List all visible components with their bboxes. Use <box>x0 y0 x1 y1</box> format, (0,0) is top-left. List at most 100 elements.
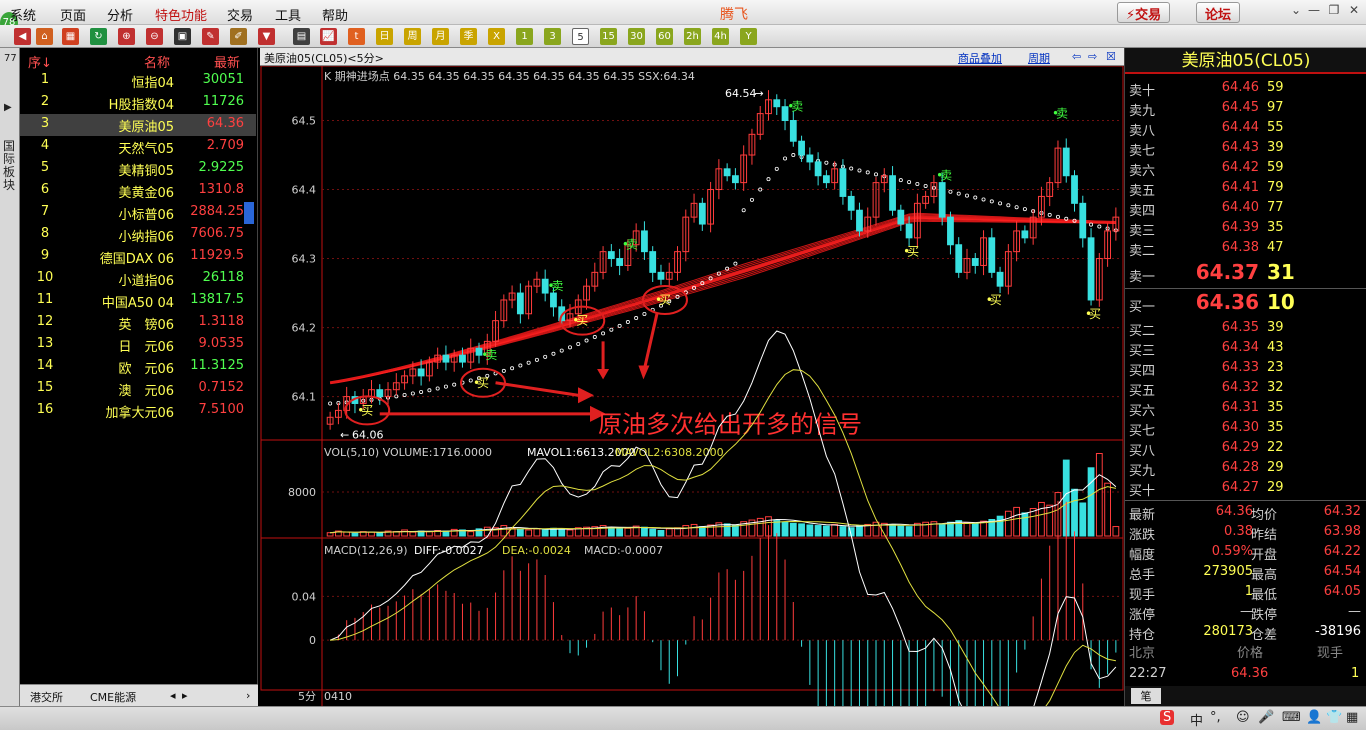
period-x[interactable]: X <box>488 28 505 45</box>
tab-trades[interactable]: 笔 <box>1131 688 1161 704</box>
list-item[interactable]: 3 美原油05 64.36 <box>20 114 256 136</box>
home-icon[interactable]: ⌂ <box>36 28 53 45</box>
zoom-out-icon[interactable]: ⊖ <box>146 28 163 45</box>
period-30m[interactable]: 30 <box>628 28 645 45</box>
ime-mic-icon[interactable]: 🎤 <box>1258 710 1274 725</box>
period-month[interactable]: 月 <box>432 28 449 45</box>
ime-punct-icon[interactable]: °, <box>1210 710 1221 725</box>
bid-level[interactable]: 买七 64.30 35 <box>1125 418 1366 439</box>
list-item[interactable]: 16 加拿大元06 7.5100 <box>20 400 256 422</box>
expand-arrow-icon[interactable]: ▶ <box>4 102 12 113</box>
bid-level-1[interactable]: 买一 64.36 10 <box>1125 288 1366 318</box>
forum-button[interactable]: 论坛 <box>1196 2 1241 23</box>
bid-level[interactable]: 买四 64.33 23 <box>1125 358 1366 379</box>
bid-level[interactable]: 买九 64.28 29 <box>1125 458 1366 479</box>
period-year[interactable]: Y <box>740 28 757 45</box>
chart-close-icon[interactable]: ☒ <box>1106 50 1116 63</box>
bid-level[interactable]: 买三 64.34 43 <box>1125 338 1366 359</box>
ask-level[interactable]: 卖二 64.38 47 <box>1125 238 1366 259</box>
period-season[interactable]: 季 <box>460 28 477 45</box>
ask-level[interactable]: 卖六 64.42 59 <box>1125 158 1366 179</box>
col-index-header[interactable]: 序↓ <box>28 52 52 71</box>
tab-hkex[interactable]: 港交所 <box>30 689 63 705</box>
ime-emoji-icon[interactable]: ☺ <box>1236 710 1250 725</box>
tab-cme-energy[interactable]: CME能源 <box>90 689 136 705</box>
period-week[interactable]: 周 <box>404 28 421 45</box>
menu-special[interactable]: 特色功能 <box>155 5 207 24</box>
candlestick-chart[interactable]: 64.5 64.4 64.3 64.2 64.1 K 期神进场点 64.35 64.35 … <box>260 66 1124 706</box>
list-item[interactable]: 10 小道指06 26118 <box>20 268 256 290</box>
period-5m[interactable]: 5 <box>572 28 589 45</box>
ime-grid-icon[interactable]: ▦ <box>1346 710 1358 725</box>
ask-level[interactable]: 卖三 64.39 35 <box>1125 218 1366 239</box>
ask-level[interactable]: 卖八 64.44 55 <box>1125 118 1366 139</box>
menu-help[interactable]: 帮助 <box>322 5 348 24</box>
list-item[interactable]: 11 中国A50 04 13817.5 <box>20 290 256 312</box>
scroll-right-icon[interactable]: › <box>246 689 250 702</box>
list-item[interactable]: 8 小纳指06 7606.75 <box>20 224 256 246</box>
ask-level[interactable]: 卖五 64.41 79 <box>1125 178 1366 199</box>
restore-icon[interactable]: ❐ <box>1326 3 1342 20</box>
tick-icon[interactable]: t <box>348 28 365 45</box>
list-item[interactable]: 9 德国DAX 06 11929.5 <box>20 246 256 268</box>
ask-level[interactable]: 卖十 64.46 59 <box>1125 78 1366 99</box>
list-item[interactable]: 4 天然气05 2.709 <box>20 136 256 158</box>
overlay-link[interactable]: 商品叠加 <box>958 50 1002 66</box>
menu-tools[interactable]: 工具 <box>275 5 301 24</box>
close-icon[interactable]: ✕ <box>1346 3 1362 20</box>
menu-analysis[interactable]: 分析 <box>107 5 133 24</box>
bid-level[interactable]: 买二 64.35 39 <box>1125 318 1366 339</box>
grid-icon[interactable]: ▤ <box>293 28 310 45</box>
menu-trade[interactable]: 交易 <box>227 5 253 24</box>
ask-level[interactable]: 卖七 64.43 39 <box>1125 138 1366 159</box>
list-item[interactable]: 7 小标普06 2884.25 <box>20 202 256 224</box>
list-item[interactable]: 2 H股指数04 11726 <box>20 92 256 114</box>
menu-page[interactable]: 页面 <box>60 5 86 24</box>
ask-level-1[interactable]: 卖一 64.37 31 <box>1125 258 1366 288</box>
bid-level[interactable]: 买六 64.31 35 <box>1125 398 1366 419</box>
ask-level[interactable]: 卖九 64.45 97 <box>1125 98 1366 119</box>
tab-scroll-left-icon[interactable]: ◂ <box>170 689 176 702</box>
nav-right-icon[interactable]: ⇨ <box>1088 50 1097 63</box>
calendar-icon[interactable]: ▦ <box>62 28 79 45</box>
tab-international[interactable]: 国际板块 <box>3 140 17 192</box>
chart-icon[interactable]: 📈 <box>320 28 337 45</box>
period-4h[interactable]: 4h <box>712 28 729 45</box>
ime-keyboard-icon[interactable]: ⌨ <box>1282 710 1301 725</box>
nav-left-icon[interactable]: ⇦ <box>1072 50 1081 63</box>
period-60m[interactable]: 60 <box>656 28 673 45</box>
sogou-icon[interactable]: S <box>1160 710 1175 725</box>
list-item[interactable]: 13 日 元06 9.0535 <box>20 334 256 356</box>
ime-lang-icon[interactable]: 中 <box>1190 710 1203 729</box>
period-1m[interactable]: 1 <box>516 28 533 45</box>
zoom-in-icon[interactable]: ⊕ <box>118 28 135 45</box>
period-day[interactable]: 日 <box>376 28 393 45</box>
list-item[interactable]: 1 恒指04 30051 <box>20 70 256 92</box>
window-icon[interactable]: ▣ <box>174 28 191 45</box>
list-item[interactable]: 15 澳 元06 0.7152 <box>20 378 256 400</box>
bid-level[interactable]: 买十 64.27 29 <box>1125 478 1366 499</box>
filter-icon[interactable]: ▼ <box>258 28 275 45</box>
period-2h[interactable]: 2h <box>684 28 701 45</box>
col-price-header[interactable]: 最新 <box>214 52 240 71</box>
refresh-icon[interactable]: ↻ <box>90 28 107 45</box>
list-item[interactable]: 5 美精铜05 2.9225 <box>20 158 256 180</box>
period-15m[interactable]: 15 <box>600 28 617 45</box>
tab-scroll-right-icon[interactable]: ▸ <box>182 689 188 702</box>
ime-skin-icon[interactable]: 👕 <box>1326 710 1342 725</box>
back-icon[interactable]: ◀ <box>14 28 31 45</box>
ime-user-icon[interactable]: 👤 <box>1306 710 1322 725</box>
draw-icon[interactable]: ✐ <box>230 28 247 45</box>
bid-level[interactable]: 买五 64.32 32 <box>1125 378 1366 399</box>
list-item[interactable]: 6 美黄金06 1310.8 <box>20 180 256 202</box>
menu-icon[interactable]: ⌄ <box>1288 3 1304 20</box>
ask-level[interactable]: 卖四 64.40 77 <box>1125 198 1366 219</box>
col-name-header[interactable]: 名称 <box>144 52 170 71</box>
trade-button[interactable]: ⚡交易 <box>1117 2 1171 23</box>
bid-level[interactable]: 买八 64.29 22 <box>1125 438 1366 459</box>
menu-system[interactable]: 系统 <box>10 5 36 24</box>
period-3m[interactable]: 3 <box>544 28 561 45</box>
list-item[interactable]: 12 英 镑06 1.3118 <box>20 312 256 334</box>
list-item[interactable]: 14 欧 元06 11.3125 <box>20 356 256 378</box>
minimize-icon[interactable]: — <box>1306 3 1322 20</box>
